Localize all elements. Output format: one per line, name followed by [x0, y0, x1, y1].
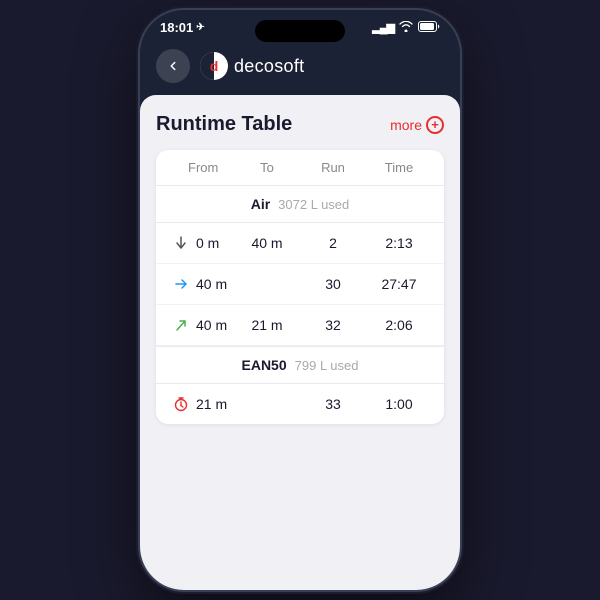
location-icon: ✈	[196, 22, 204, 33]
cell-time-4: 1:00	[366, 396, 432, 412]
runtime-table: From To Run Time Air 3072 L used	[156, 150, 444, 424]
descent-icon	[172, 234, 190, 252]
more-button[interactable]: more +	[390, 116, 444, 134]
cell-from-4: 21 m	[168, 395, 234, 413]
cell-run-1: 2	[300, 235, 366, 251]
nav-bar: d decosoft	[140, 41, 460, 95]
col-header-run: Run	[300, 160, 366, 175]
table-row: 40 m 21 m 32 2:06	[156, 305, 444, 346]
app-name: decosoft	[234, 56, 304, 77]
table-row: 0 m 40 m 2 2:13	[156, 223, 444, 264]
cell-from-1: 0 m	[168, 234, 234, 252]
from-value-3: 40 m	[196, 317, 227, 333]
cell-time-2: 27:47	[366, 276, 432, 292]
col-header-time: Time	[366, 160, 432, 175]
nav-logo: d decosoft	[200, 52, 304, 80]
status-icons: ▂▄▆	[372, 21, 440, 35]
more-plus-icon: +	[426, 116, 444, 134]
col-header-from: From	[168, 160, 234, 175]
cell-from-3: 40 m	[168, 316, 234, 334]
from-value-1: 0 m	[196, 235, 219, 251]
page-title: Runtime Table	[156, 113, 292, 136]
section-label-air: Air	[251, 196, 270, 212]
section-sub-air: 3072 L used	[278, 197, 349, 212]
cell-time-3: 2:06	[366, 317, 432, 333]
section-air: Air 3072 L used	[156, 186, 444, 223]
timer-icon	[172, 395, 190, 413]
content-area: Runtime Table more + From To Run Time	[140, 95, 460, 590]
back-button[interactable]	[156, 49, 190, 83]
cell-run-2: 30	[300, 276, 366, 292]
signal-icon: ▂▄▆	[372, 21, 394, 34]
logo-letter: d	[210, 58, 219, 74]
cell-run-3: 32	[300, 317, 366, 333]
level-icon	[172, 275, 190, 293]
cell-run-4: 33	[300, 396, 366, 412]
section-sub-ean50: 799 L used	[295, 358, 359, 373]
app-logo-icon: d	[200, 52, 228, 80]
section-label-ean50: EAN50	[242, 357, 287, 373]
from-value-2: 40 m	[196, 276, 227, 292]
col-header-to: To	[234, 160, 300, 175]
cell-to-1: 40 m	[234, 235, 300, 251]
section-ean50: EAN50 799 L used	[156, 346, 444, 384]
cell-time-1: 2:13	[366, 235, 432, 251]
clock-time: 18:01	[160, 20, 193, 35]
battery-icon	[418, 21, 440, 35]
table-row: 40 m 30 27:47	[156, 264, 444, 305]
cell-from-2: 40 m	[168, 275, 234, 293]
from-value-4: 21 m	[196, 396, 227, 412]
dynamic-island	[255, 20, 345, 42]
phone-frame: 18:01 ✈ ▂▄▆	[140, 10, 460, 590]
wifi-icon	[399, 21, 413, 35]
table-row: 21 m 33 1:00	[156, 384, 444, 424]
page-header: Runtime Table more +	[156, 113, 444, 136]
ascent-icon	[172, 316, 190, 334]
more-label: more	[390, 117, 422, 133]
cell-to-3: 21 m	[234, 317, 300, 333]
table-header-row: From To Run Time	[156, 150, 444, 186]
status-time: 18:01 ✈	[160, 20, 205, 35]
